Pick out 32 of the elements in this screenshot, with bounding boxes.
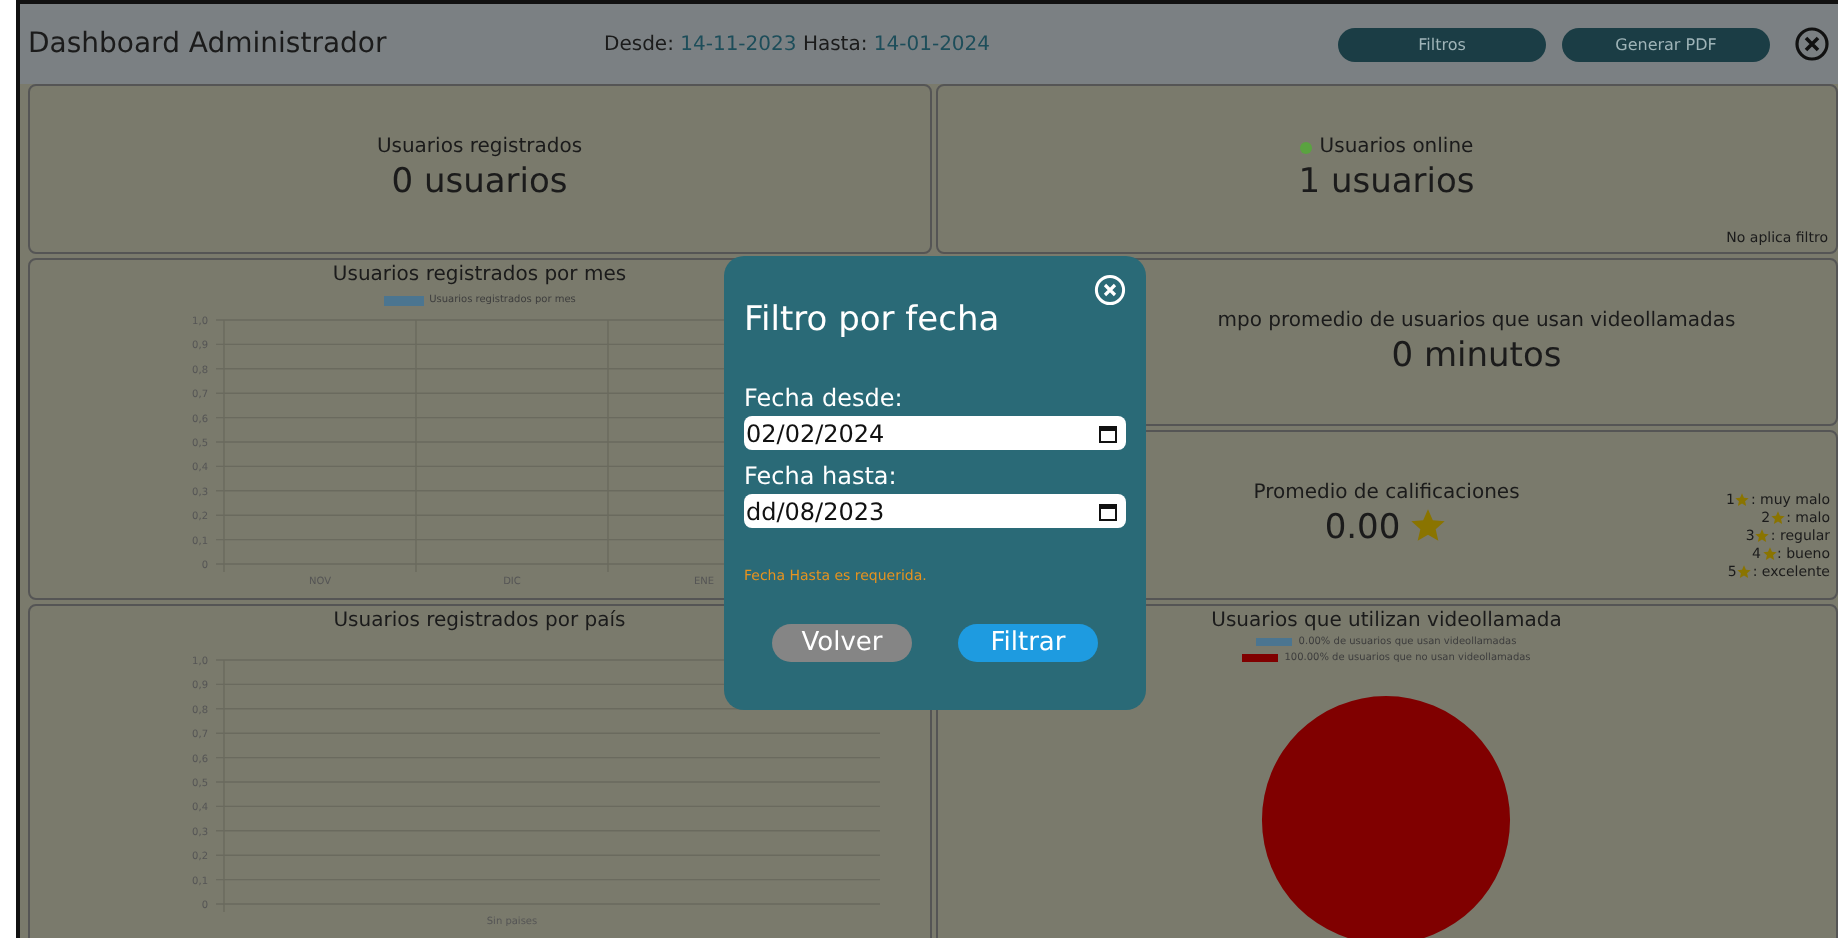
back-button[interactable]: Volver <box>772 624 912 662</box>
date-field[interactable]: 02/02/2024 <box>744 416 1126 450</box>
card-title: Usuarios registrados <box>376 136 583 158</box>
card-title: mpo promedio de usuarios que usan videollamadas <box>1217 309 1736 331</box>
legend-swatch <box>383 295 424 305</box>
field-label: Fecha desde: <box>744 384 905 412</box>
chart-title: Usuarios registrados por mes <box>332 264 627 286</box>
header-button[interactable]: Generar PDF <box>1562 27 1770 61</box>
online-status-icon <box>1299 141 1312 153</box>
star-icon <box>1734 492 1751 508</box>
field-label: Fecha hasta: <box>744 462 899 490</box>
legend-swatch <box>1242 654 1279 662</box>
dialog-title: Filtro por fecha <box>744 300 1002 340</box>
chart-title: Usuarios que utilizan videollamada <box>1211 610 1562 632</box>
dashboard-title: Dashboard Administrador <box>28 28 389 60</box>
calendar-icon[interactable] <box>1098 423 1118 443</box>
date-range: Desde: 14-11-2023 Hasta: 14-01-2024 <box>604 33 993 55</box>
card-value: 1 usuarios <box>1298 162 1475 202</box>
close-icon[interactable] <box>1794 26 1830 62</box>
calendar-icon[interactable] <box>1098 501 1118 521</box>
card-value: 0 usuarios <box>391 162 568 202</box>
card-title: Promedio de calificaciones <box>1253 482 1520 504</box>
star-icon <box>1736 564 1753 580</box>
legend-swatch <box>1256 638 1293 646</box>
star-icon <box>1408 506 1449 546</box>
date-field[interactable]: dd/08/2023 <box>744 494 1126 528</box>
header-button[interactable]: Filtros <box>1338 27 1546 61</box>
card-title: Usuarios online <box>1319 136 1474 158</box>
card-value: 0.00 <box>1324 508 1401 548</box>
card-value: 0 minutos <box>1391 335 1562 375</box>
filter-button[interactable]: Filtrar <box>958 624 1098 662</box>
chart-title: Usuarios registrados por país <box>333 610 626 632</box>
